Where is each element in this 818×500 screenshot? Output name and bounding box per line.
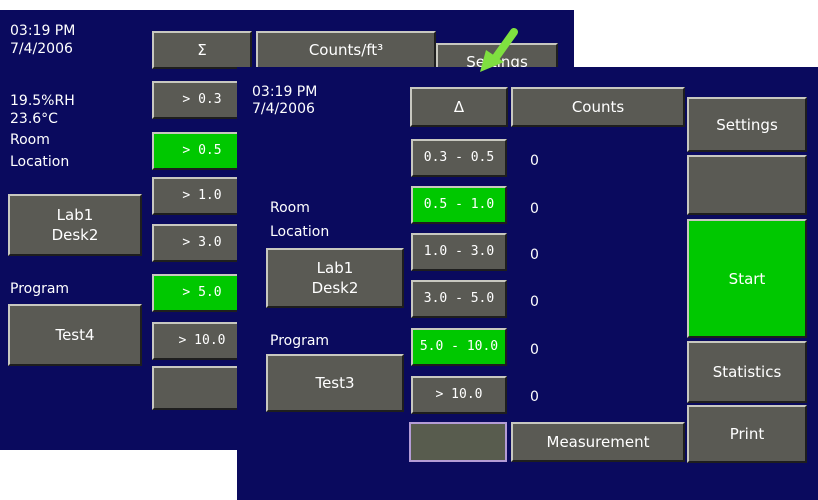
front-count-value: 0 (530, 247, 539, 263)
front-screen: 03:19 PM 7/4/2006 Room Location Lab1 Des… (237, 67, 818, 500)
front-location-label: Location (270, 224, 330, 240)
back-humidity: 19.5%RH (10, 93, 75, 109)
back-temperature: 23.6°C (10, 111, 58, 127)
back-program-label: Program (10, 281, 70, 297)
back-program-button[interactable]: Test4 (8, 304, 142, 366)
front-range-button[interactable]: 3.0 - 5.0 (411, 280, 507, 318)
front-count-value: 0 (530, 201, 539, 217)
front-blank-side-button[interactable] (687, 155, 807, 215)
front-program-label: Program (270, 333, 330, 349)
front-start-button[interactable]: Start (687, 219, 807, 338)
front-range-button[interactable]: 0.5 - 1.0 (411, 186, 507, 224)
front-range-button[interactable]: 1.0 - 3.0 (411, 233, 507, 271)
back-location-button[interactable]: Lab1 Desk2 (8, 194, 142, 256)
front-count-value: 0 (530, 153, 539, 169)
front-delta-header[interactable]: Δ (410, 87, 508, 127)
back-counts-header[interactable]: Counts/ft³ (256, 31, 436, 69)
front-print-button[interactable]: Print (687, 405, 807, 463)
front-count-value: 0 (530, 389, 539, 405)
front-count-value: 0 (530, 342, 539, 358)
back-date: 7/4/2006 (10, 41, 73, 57)
front-count-value: 0 (530, 294, 539, 310)
back-location-label: Location (10, 154, 70, 170)
front-time: 03:19 PM (252, 84, 318, 100)
front-range-button[interactable]: > 10.0 (411, 376, 507, 414)
front-location-button[interactable]: Lab1 Desk2 (266, 248, 404, 308)
front-date: 7/4/2006 (252, 101, 315, 117)
front-program-button[interactable]: Test3 (266, 354, 404, 412)
front-statistics-button[interactable]: Statistics (687, 341, 807, 403)
front-counts-header[interactable]: Counts (511, 87, 685, 127)
front-settings-button[interactable]: Settings (687, 97, 807, 152)
front-blank-outlined-button[interactable] (409, 422, 507, 462)
front-range-button[interactable]: 0.3 - 0.5 (411, 139, 507, 177)
back-sigma-header[interactable]: Σ (152, 31, 252, 69)
back-room-label: Room (10, 132, 50, 148)
front-range-button[interactable]: 5.0 - 10.0 (411, 328, 507, 366)
front-measurement-button[interactable]: Measurement (511, 422, 685, 462)
back-time: 03:19 PM (10, 23, 76, 39)
pointer-arrow-icon (480, 28, 518, 72)
front-room-label: Room (270, 200, 310, 216)
